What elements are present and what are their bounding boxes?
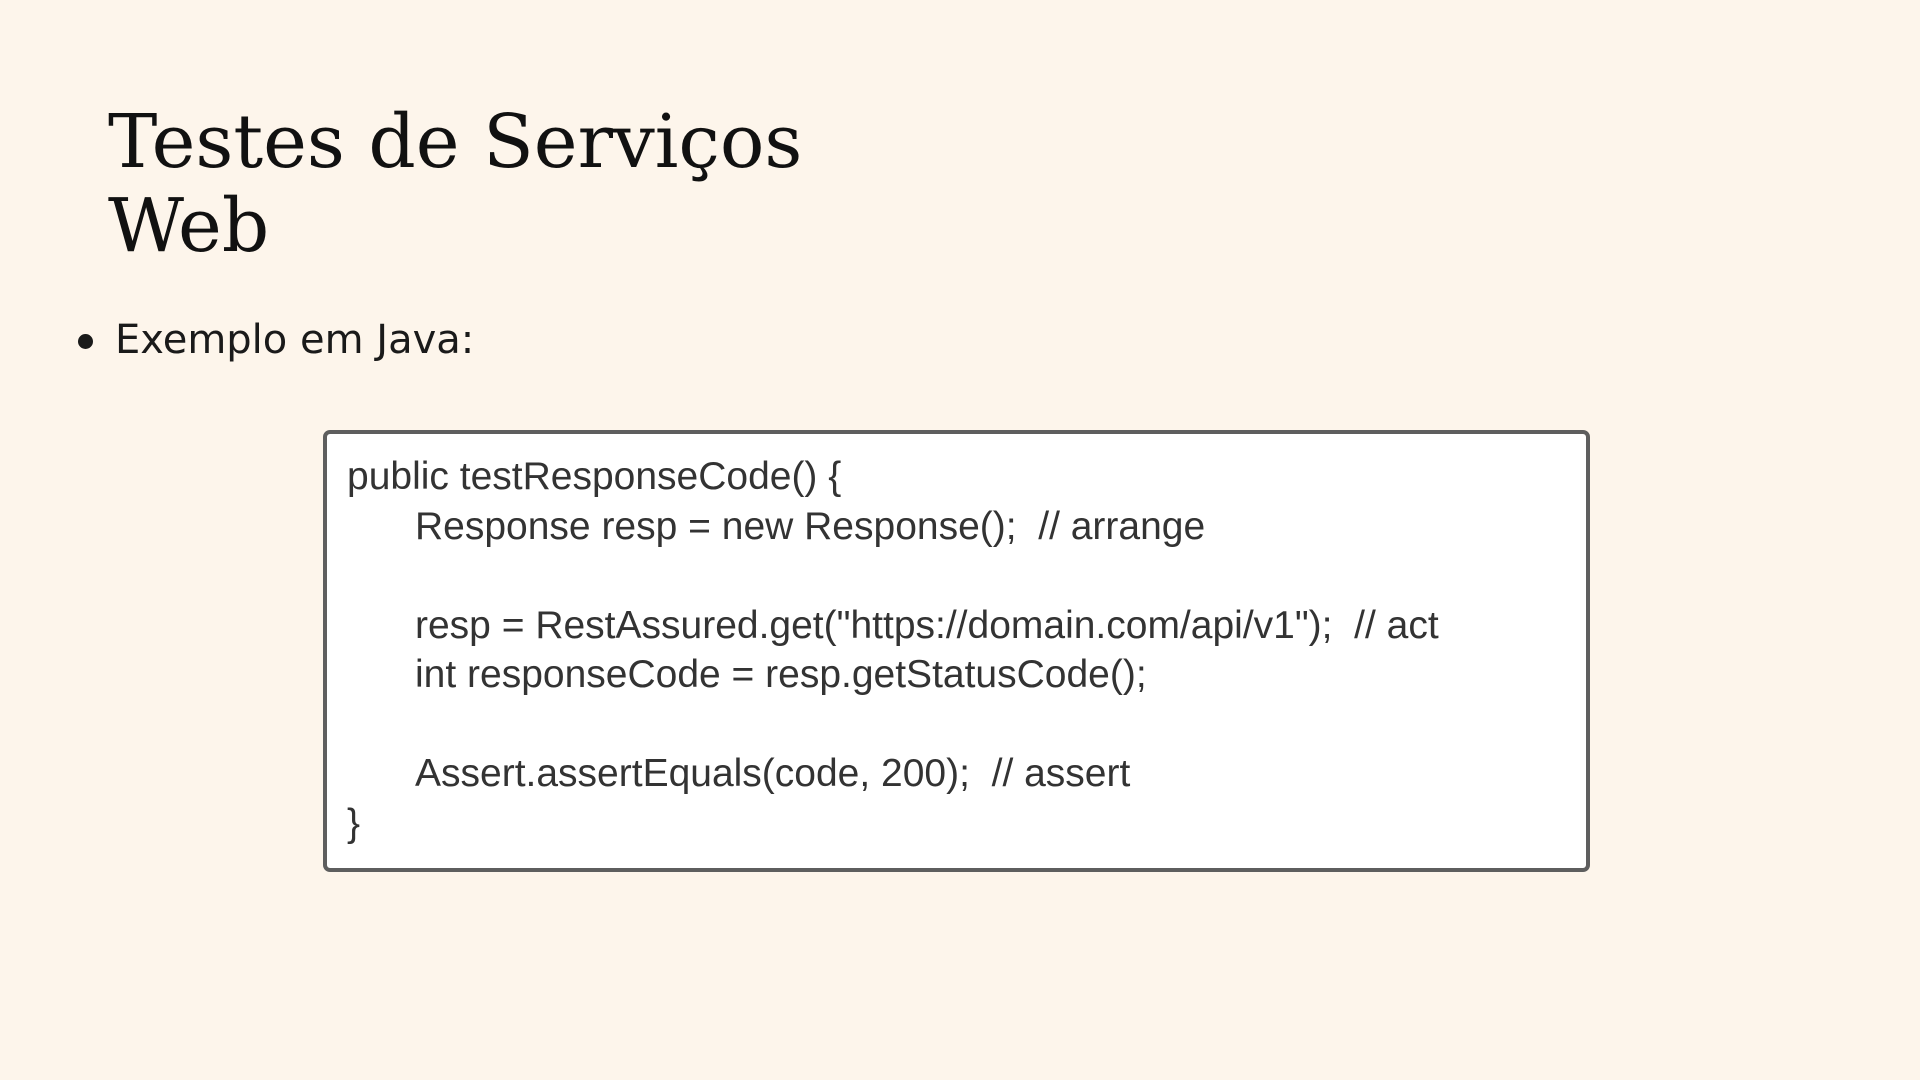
slide-title-line-1: Testes de Serviços [108,99,803,185]
bullet-text: Exemplo em Java: [115,317,475,363]
code-line-2: Response resp = new Response(); // arran… [415,504,1206,548]
bullet-dot-icon [78,334,93,349]
bullet-item: Exemplo em Java: [0,310,474,370]
slide-title-line-2: Web [108,183,270,269]
code-line-8: } [347,801,361,845]
slide-title: Testes de Serviços Web [108,100,1008,268]
code-block: public testResponseCode() { Response res… [323,430,1590,872]
code-line-7: Assert.assertEquals(code, 200); // asser… [415,752,1131,795]
code-line-1: public testResponseCode() { [347,455,842,498]
bullet-list: Exemplo em Java: [0,310,474,370]
code-line-5: int responseCode = resp.getStatusCode(); [415,653,1147,696]
code-line-4: resp = RestAssured.get("https://domain.c… [415,603,1439,647]
